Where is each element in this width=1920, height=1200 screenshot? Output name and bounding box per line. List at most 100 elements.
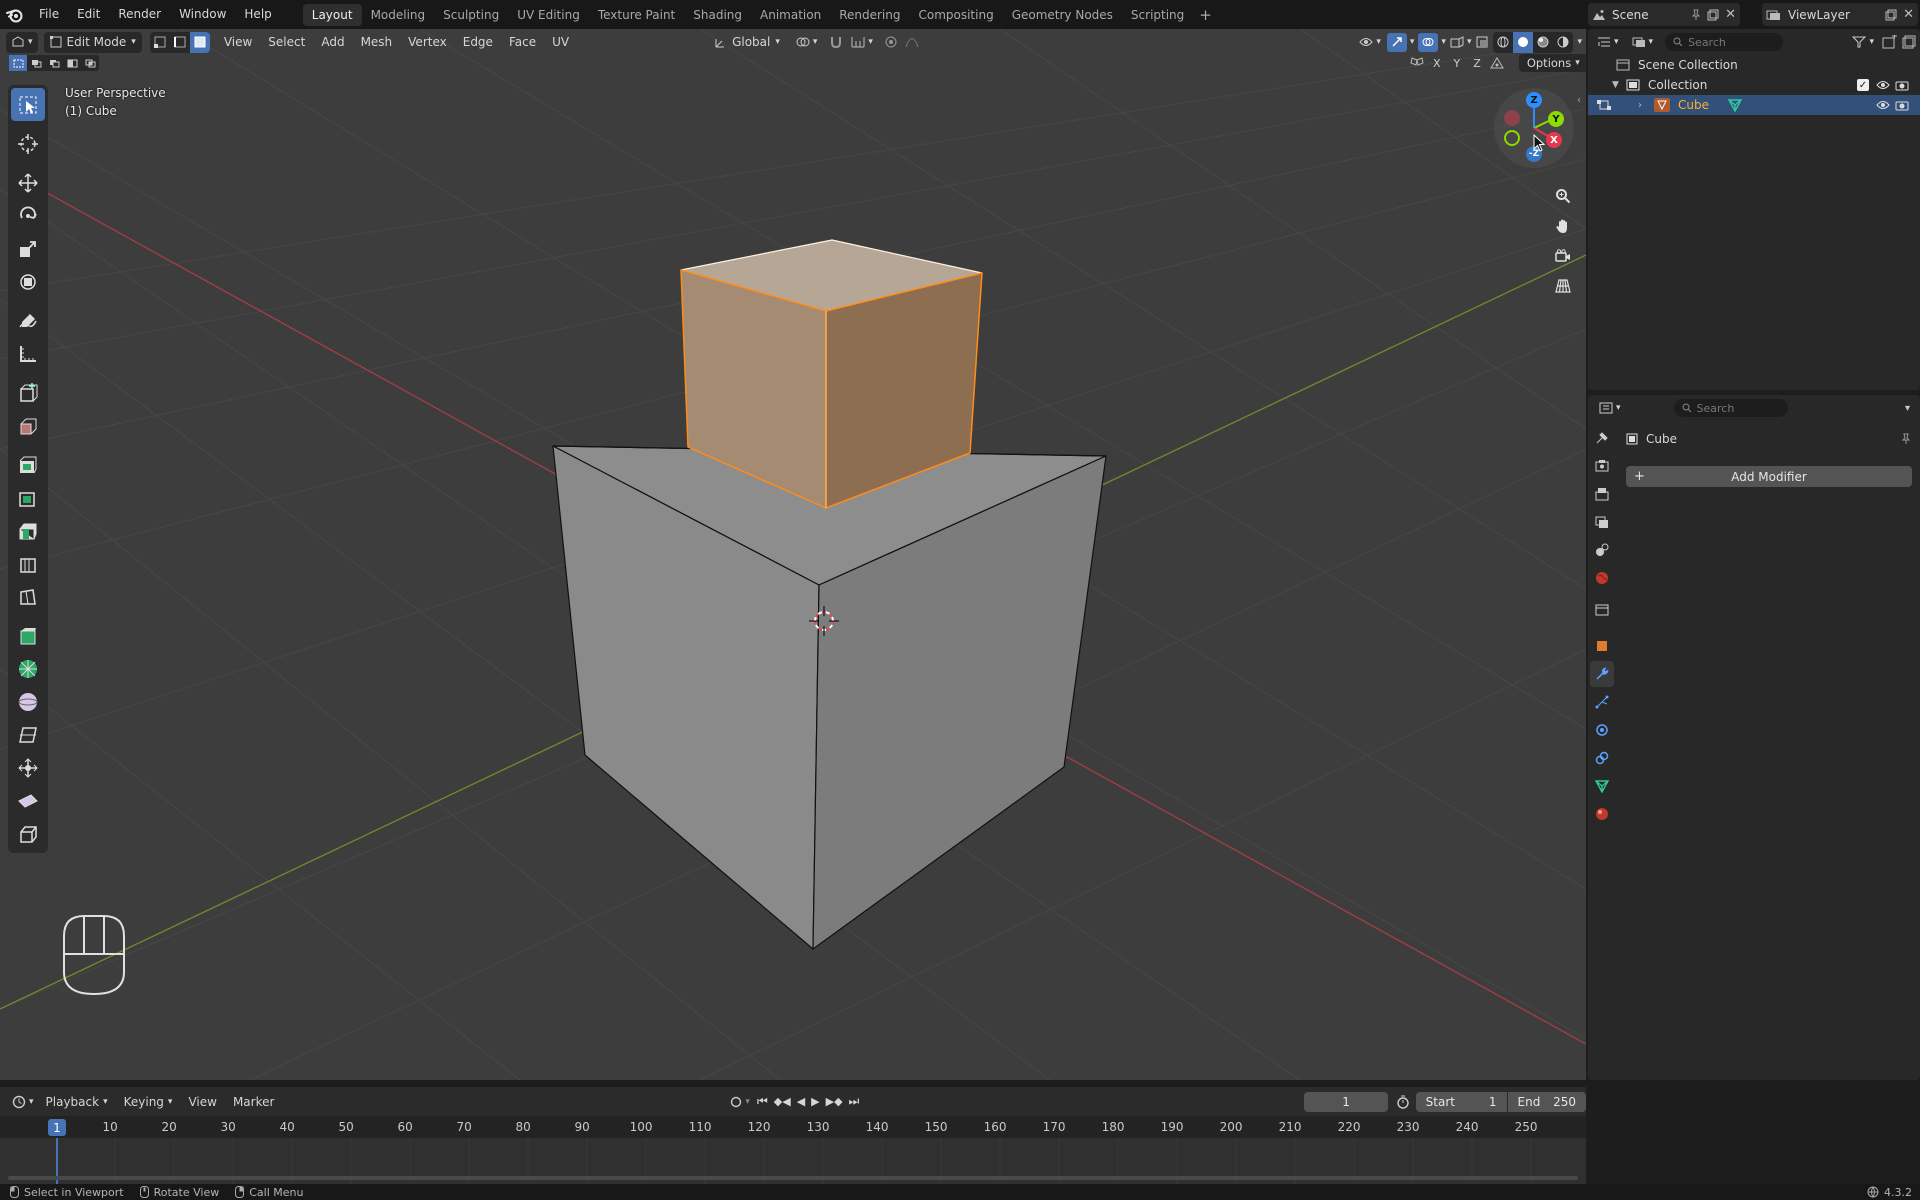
spin-tool[interactable] [11, 619, 45, 652]
add-modifier-button[interactable]: + Add Modifier [1626, 466, 1912, 487]
scene-name[interactable]: Scene [1612, 8, 1685, 22]
outliner-editor-type-button[interactable]: ▾ [1592, 32, 1624, 52]
tab-geometry-nodes[interactable]: Geometry Nodes [1003, 4, 1122, 26]
tab-shading[interactable]: Shading [684, 4, 751, 26]
pivot-point-button[interactable]: ▾ [788, 32, 826, 53]
new-collection-icon[interactable] [1882, 35, 1898, 49]
camera-view-button[interactable] [1550, 243, 1576, 269]
solid-shading-icon[interactable] [1513, 31, 1534, 53]
face-select-icon[interactable] [189, 31, 210, 53]
timeline-scrollbar[interactable] [8, 1176, 1578, 1180]
mesh-data-icon[interactable] [1727, 98, 1743, 112]
jump-end-button[interactable]: ⏭ [846, 1091, 863, 1112]
close-icon[interactable]: ✕ [1903, 7, 1914, 22]
tab-sculpting[interactable]: Sculpting [434, 4, 508, 26]
rendered-shading-icon[interactable] [1553, 32, 1573, 53]
rip-region-tool[interactable] [11, 784, 45, 817]
collapse-outliner-icon[interactable] [1902, 35, 1916, 49]
display-mode-dropdown[interactable]: ▾ [1628, 32, 1658, 52]
overlay-toggle[interactable]: ▾ [1416, 32, 1448, 53]
select-extend-icon[interactable] [27, 55, 45, 71]
tab-material[interactable] [1590, 801, 1614, 827]
timeline-editor-type-button[interactable]: ▾ [8, 1091, 38, 1112]
menu-help[interactable]: Help [235, 0, 280, 29]
menu-view[interactable]: View [216, 32, 260, 53]
mirror-z-toggle[interactable]: Z [1469, 57, 1485, 70]
visibility-dropdown[interactable]: ▾ [1355, 32, 1385, 53]
inset-faces-tool[interactable] [11, 448, 45, 481]
tab-data[interactable] [1590, 773, 1614, 799]
frame-ruler[interactable]: 1 10 20 30 40 50 60 70 80 90 100 110 120 130 140 150 16… [0, 1116, 1586, 1138]
vertex-select-icon[interactable] [150, 32, 170, 53]
shear-tool[interactable] [11, 718, 45, 751]
edge-slide-tool[interactable] [11, 817, 45, 850]
to-sphere-tool[interactable] [11, 751, 45, 784]
blender-logo-icon[interactable] [0, 0, 30, 29]
jump-start-button[interactable]: ⏮ [754, 1091, 771, 1112]
pin-icon[interactable] [1691, 9, 1701, 21]
tab-texture-paint[interactable]: Texture Paint [589, 4, 684, 26]
tab-scene[interactable] [1590, 537, 1614, 563]
menu-timeline-view[interactable]: View [180, 1091, 224, 1112]
tab-modeling[interactable]: Modeling [362, 4, 435, 26]
mode-selector[interactable]: Edit Mode ▾ [43, 31, 142, 53]
measure-tool[interactable] [11, 337, 45, 370]
expand-arrow-icon[interactable]: › [1638, 100, 1652, 111]
gizmo-z-button[interactable]: Z [1526, 92, 1542, 108]
playhead-frame-indicator[interactable]: 1 [48, 1119, 66, 1136]
xray-toggle[interactable] [1473, 32, 1491, 53]
view-layer-name[interactable]: ViewLayer [1788, 8, 1879, 22]
scale-tool[interactable] [11, 232, 45, 265]
menu-keying[interactable]: Keying ▾ [116, 1091, 181, 1112]
tab-physics[interactable] [1590, 717, 1614, 743]
tab-collection[interactable] [1590, 597, 1614, 623]
chevron-down-icon[interactable]: ▾ [1905, 403, 1916, 414]
outliner-row-collection[interactable]: ▼ Collection ✓ [1588, 75, 1920, 95]
checkbox-checked-icon[interactable]: ✓ [1857, 79, 1869, 91]
camera-icon[interactable] [1895, 99, 1909, 111]
bevel-tool[interactable] [11, 481, 45, 514]
menu-select[interactable]: Select [260, 32, 313, 53]
play-reverse-button[interactable]: ◀ [794, 1091, 808, 1112]
tab-render[interactable] [1590, 453, 1614, 479]
play-button[interactable]: ▶ [808, 1091, 822, 1112]
material-shading-icon[interactable] [1533, 32, 1553, 53]
add-cube-tool[interactable] [11, 376, 45, 409]
tab-scripting[interactable]: Scripting [1122, 4, 1193, 26]
tab-layout[interactable]: Layout [302, 3, 362, 26]
scene-selector[interactable]: Scene ✕ [1588, 3, 1740, 26]
select-subtract-icon[interactable] [45, 55, 63, 71]
gizmo-neg-y-button[interactable] [1504, 130, 1520, 146]
properties-search-input[interactable]: Search [1673, 399, 1788, 417]
tab-uv-editing[interactable]: UV Editing [508, 4, 589, 26]
menu-uv[interactable]: UV [544, 32, 577, 53]
camera-icon[interactable] [1895, 79, 1909, 91]
tab-compositing[interactable]: Compositing [909, 4, 1002, 26]
new-scene-icon[interactable] [1707, 9, 1719, 21]
select-intersect-icon[interactable] [81, 55, 99, 71]
eye-icon[interactable] [1876, 99, 1890, 111]
pin-icon[interactable] [1900, 433, 1912, 445]
outliner-search-input[interactable]: Search [1665, 33, 1784, 51]
loop-cut-tool[interactable] [11, 514, 45, 547]
tab-object[interactable] [1590, 633, 1614, 659]
pan-button[interactable] [1550, 213, 1576, 239]
jump-keyframe-forward-button[interactable]: ▶◆ [823, 1091, 846, 1112]
extrude-region-tool[interactable] [11, 409, 45, 442]
start-frame-field[interactable]: Start 1 [1415, 1091, 1507, 1112]
perspective-toggle-button[interactable] [1550, 273, 1576, 299]
mirror-x-toggle[interactable]: X [1429, 57, 1445, 70]
move-tool[interactable] [11, 166, 45, 199]
shrink-fatten-tool[interactable] [11, 685, 45, 718]
poly-build-tool[interactable] [11, 580, 45, 613]
expand-arrow-icon[interactable]: ▼ [1612, 80, 1626, 90]
tab-animation[interactable]: Animation [751, 4, 830, 26]
navigation-gizmo[interactable]: Z Y X -Z [1494, 88, 1574, 168]
jump-keyframe-back-button[interactable]: ◆◀ [771, 1091, 794, 1112]
end-frame-field[interactable]: End 250 [1507, 1091, 1586, 1112]
transform-tool[interactable] [11, 265, 45, 298]
edit-mode-toggle-icon[interactable] [1596, 99, 1612, 111]
menu-face[interactable]: Face [501, 32, 544, 53]
tab-world[interactable] [1590, 565, 1614, 591]
menu-edit[interactable]: Edit [68, 0, 109, 29]
